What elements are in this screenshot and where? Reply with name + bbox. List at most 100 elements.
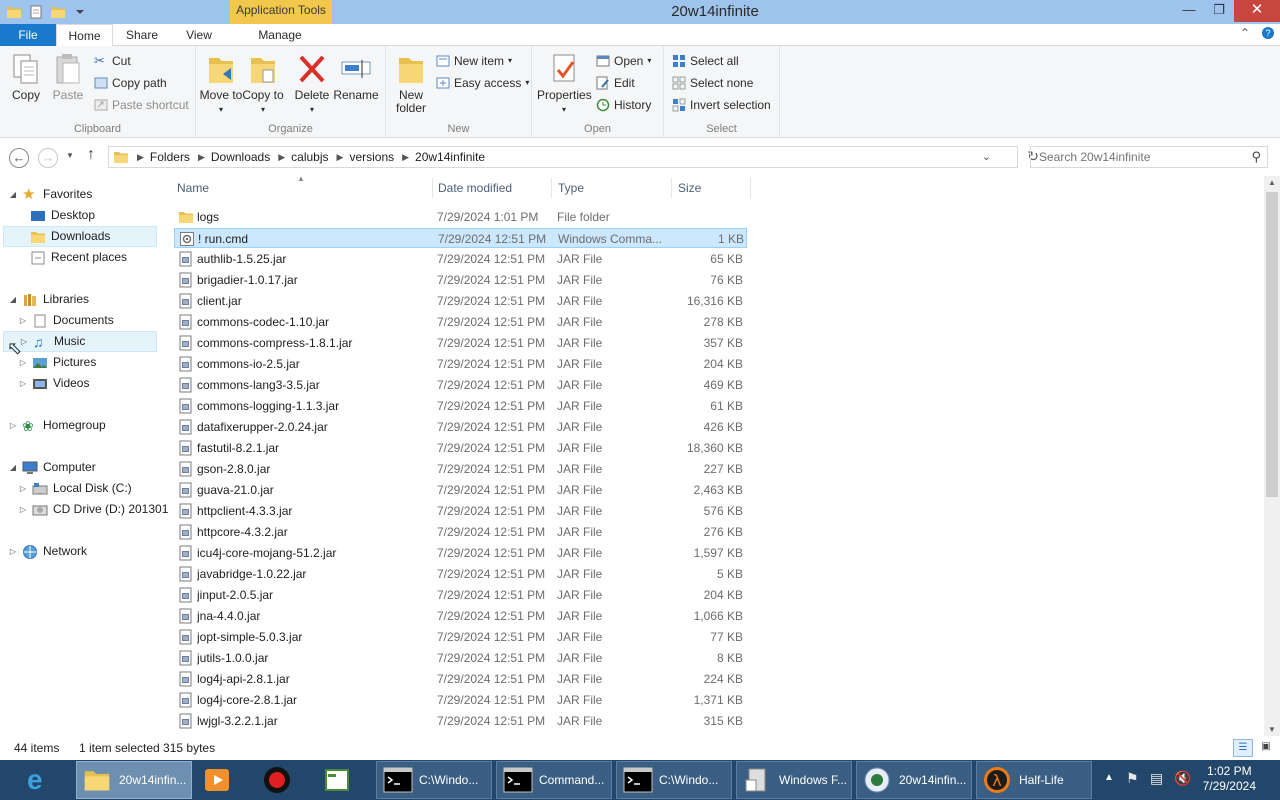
breadcrumb-versions[interactable]: versions xyxy=(349,150,394,164)
recent-locations-icon[interactable]: ▼ xyxy=(66,151,74,160)
table-row[interactable]: commons-compress-1.8.1.jar 7/29/2024 12:5… xyxy=(174,333,747,353)
table-row[interactable]: commons-io-2.5.jar 7/29/2024 12:51 PM JAR … xyxy=(174,354,747,374)
breadcrumb-20w14infinite[interactable]: 20w14infinite xyxy=(415,150,485,164)
nav-desktop[interactable]: Desktop xyxy=(26,205,95,226)
column-header-size[interactable]: Size xyxy=(678,176,701,200)
taskbar-button[interactable]: λ Half-Life xyxy=(976,761,1092,799)
tab-home[interactable]: Home xyxy=(56,24,113,47)
new-item-button[interactable]: New item ▾ xyxy=(436,52,512,70)
collapsed-arrow-icon[interactable]: ▷ xyxy=(18,478,28,499)
table-row[interactable]: log4j-api-2.8.1.jar 7/29/2024 12:51 PM JAR… xyxy=(174,669,747,689)
breadcrumb-downloads[interactable]: Downloads xyxy=(211,150,270,164)
collapsed-arrow-icon[interactable]: ▷ xyxy=(18,499,28,520)
large-icons-view-icon[interactable]: ▣ xyxy=(1258,739,1274,757)
column-header-date[interactable]: Date modified xyxy=(438,176,512,200)
rename-button[interactable]: Rename xyxy=(333,52,379,102)
help-icon[interactable]: ? xyxy=(1262,27,1274,39)
breadcrumb-calubjs[interactable]: calubjs xyxy=(291,150,328,164)
tab-manage[interactable]: Manage xyxy=(232,24,328,46)
properties-button[interactable]: Properties ▾ xyxy=(537,52,592,116)
tab-view[interactable]: View xyxy=(174,24,224,46)
taskbar-button[interactable]: Command... xyxy=(496,761,612,799)
maximize-button[interactable]: ❐ xyxy=(1204,0,1234,22)
table-row[interactable]: ! run.cmd 7/29/2024 12:51 PM Windows Comma… xyxy=(174,228,747,248)
column-header-type[interactable]: Type xyxy=(558,176,584,200)
network-status-icon[interactable]: ▤ xyxy=(1150,770,1163,787)
cut-button[interactable]: ✂ Cut xyxy=(94,52,131,70)
table-row[interactable]: jutils-1.0.0.jar 7/29/2024 12:51 PM JAR Fi… xyxy=(174,648,747,668)
taskbar-button[interactable]: C:\Windo... xyxy=(616,761,732,799)
column-divider[interactable] xyxy=(551,178,552,198)
nav-recent-places[interactable]: Recent places xyxy=(26,247,127,268)
expanded-arrow-icon[interactable]: ◢ xyxy=(8,457,18,478)
nav-documents[interactable]: ▷ Documents xyxy=(18,310,114,331)
new-folder-button[interactable]: New folder xyxy=(388,52,434,115)
table-row[interactable]: javabridge-1.0.22.jar 7/29/2024 12:51 PM J… xyxy=(174,564,747,584)
table-row[interactable]: log4j-core-2.8.1.jar 7/29/2024 12:51 PM JA… xyxy=(174,690,747,710)
taskbar-button[interactable] xyxy=(316,761,368,799)
invert-selection-button[interactable]: Invert selection xyxy=(672,96,771,114)
nav-pictures[interactable]: ▷ Pictures xyxy=(18,352,96,373)
table-row[interactable]: jna-4.4.0.jar 7/29/2024 12:51 PM JAR File 1… xyxy=(174,606,747,626)
delete-button[interactable]: Delete ▾ xyxy=(289,52,335,116)
collapsed-arrow-icon[interactable]: ▷ xyxy=(18,373,28,394)
collapsed-arrow-icon[interactable]: ▷ xyxy=(18,310,28,331)
copy-to-button[interactable]: Copy to ▾ xyxy=(240,52,286,116)
table-row[interactable]: guava-21.0.jar 7/29/2024 12:51 PM JAR File… xyxy=(174,480,747,500)
collapse-ribbon-icon[interactable]: ⌃ xyxy=(1240,26,1250,40)
nav-computer[interactable]: ◢ Computer xyxy=(8,457,96,478)
taskbar-button[interactable] xyxy=(256,761,308,799)
minimize-button[interactable]: — xyxy=(1174,0,1204,22)
column-divider[interactable] xyxy=(671,178,672,198)
up-button[interactable]: ↑ xyxy=(87,146,95,164)
table-row[interactable]: authlib-1.5.25.jar 7/29/2024 12:51 PM JAR … xyxy=(174,249,747,269)
taskbar-button[interactable]: 20w14infin... xyxy=(76,761,192,799)
nav-network[interactable]: ▷ Network xyxy=(8,541,87,562)
table-row[interactable]: commons-lang3-3.5.jar 7/29/2024 12:51 PM J… xyxy=(174,375,747,395)
nav-music[interactable]: ▷ ♫ Music xyxy=(3,331,157,352)
search-input[interactable] xyxy=(1031,147,1231,167)
vertical-scrollbar[interactable]: ▲ ▼ xyxy=(1264,176,1280,736)
table-row[interactable]: jopt-simple-5.0.3.jar 7/29/2024 12:51 PM J… xyxy=(174,627,747,647)
table-row[interactable]: datafixerupper-2.0.24.jar 7/29/2024 12:51… xyxy=(174,417,747,437)
table-row[interactable]: client.jar 7/29/2024 12:51 PM JAR File 16,3… xyxy=(174,291,747,311)
scroll-up-arrow-icon[interactable]: ▲ xyxy=(1264,178,1280,187)
nav-cd-drive[interactable]: ▷ CD Drive (D:) 201301 xyxy=(18,499,168,520)
collapsed-arrow-icon[interactable]: ▷ xyxy=(8,541,18,562)
taskbar-button[interactable]: e xyxy=(20,761,66,799)
taskbar-button[interactable]: 20w14infin... xyxy=(856,761,972,799)
open-button[interactable]: Open ▾ xyxy=(596,52,651,70)
select-all-button[interactable]: Select all xyxy=(672,52,739,70)
edit-button[interactable]: Edit xyxy=(596,74,635,92)
forward-button[interactable]: → xyxy=(38,148,58,168)
nav-favorites[interactable]: ◢ ★ Favorites xyxy=(8,184,92,205)
table-row[interactable]: commons-logging-1.1.3.jar 7/29/2024 12:51… xyxy=(174,396,747,416)
table-row[interactable]: fastutil-8.2.1.jar 7/29/2024 12:51 PM JAR … xyxy=(174,438,747,458)
expanded-arrow-icon[interactable]: ◢ xyxy=(8,184,18,205)
clock[interactable]: 1:02 PM 7/29/2024 xyxy=(1203,764,1256,794)
table-row[interactable]: icu4j-core-mojang-51.2.jar 7/29/2024 12:5… xyxy=(174,543,747,563)
tab-share[interactable]: Share xyxy=(117,24,167,46)
close-button[interactable]: ✕ xyxy=(1234,0,1280,22)
copy-path-button[interactable]: Copy path xyxy=(94,74,167,92)
nav-libraries[interactable]: ◢ Libraries xyxy=(8,289,89,310)
nav-local-disk[interactable]: ▷ Local Disk (C:) xyxy=(18,478,132,499)
nav-videos[interactable]: ▷ Videos xyxy=(18,373,90,394)
volume-muted-icon[interactable]: 🔇 xyxy=(1174,770,1191,787)
tab-file[interactable]: File xyxy=(0,24,56,46)
expanded-arrow-icon[interactable]: ◢ xyxy=(8,289,18,310)
taskbar-button[interactable] xyxy=(196,761,248,799)
easy-access-button[interactable]: Easy access ▾ xyxy=(436,74,529,92)
column-divider[interactable] xyxy=(750,178,751,198)
search-icon[interactable]: ⚲ xyxy=(1251,149,1261,165)
collapsed-arrow-icon[interactable]: ▷ xyxy=(8,415,18,436)
breadcrumb-folders[interactable]: Folders xyxy=(150,150,190,164)
table-row[interactable]: gson-2.8.0.jar 7/29/2024 12:51 PM JAR File… xyxy=(174,459,747,479)
table-row[interactable]: httpcore-4.3.2.jar 7/29/2024 12:51 PM JAR … xyxy=(174,522,747,542)
nav-downloads[interactable]: Downloads xyxy=(3,226,157,247)
details-view-icon[interactable]: ☰ xyxy=(1233,739,1253,757)
table-row[interactable]: brigadier-1.0.17.jar 7/29/2024 12:51 PM JA… xyxy=(174,270,747,290)
column-divider[interactable] xyxy=(432,178,433,198)
paste-shortcut-button[interactable]: Paste shortcut xyxy=(94,96,189,114)
table-row[interactable]: commons-codec-1.10.jar 7/29/2024 12:51 PM… xyxy=(174,312,747,332)
